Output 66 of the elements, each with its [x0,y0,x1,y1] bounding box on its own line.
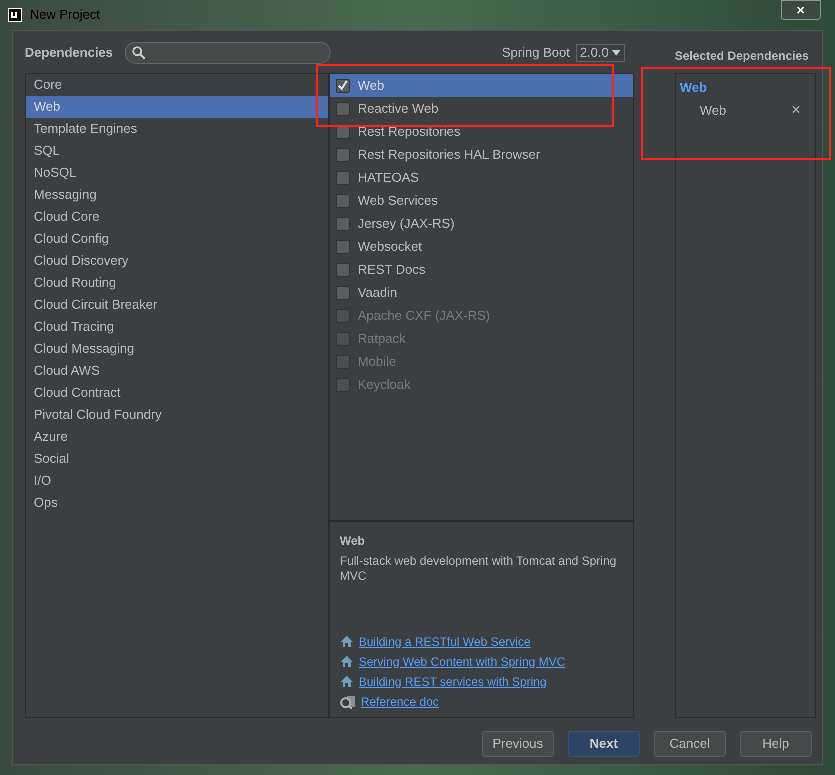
category-item[interactable]: Messaging [26,184,328,206]
category-item[interactable]: Cloud Circuit Breaker [26,294,328,316]
dependency-row[interactable]: HATEOAS [330,166,633,189]
app-logo-icon [8,8,22,22]
checkbox[interactable] [336,102,350,116]
selected-dependencies-title: Selected Dependencies [675,48,810,65]
dialog-button[interactable]: Previous [482,731,554,757]
magnifier-document-icon [340,694,356,710]
checkbox[interactable] [336,194,350,208]
search-field[interactable] [125,42,332,64]
category-item[interactable]: Cloud AWS [26,360,328,382]
category-item[interactable]: Cloud Messaging [26,338,328,360]
guide-link[interactable]: Building a RESTful Web Service [359,632,531,650]
guide-link[interactable]: Building REST services with Spring [359,672,547,690]
house-icon [340,675,354,688]
selected-item: Web [700,102,726,120]
remove-button[interactable]: × [792,103,801,119]
spring-boot-label: Spring Boot [502,44,570,62]
category-item[interactable]: Cloud Config [26,228,328,250]
category-item[interactable]: Cloud Contract [26,382,328,404]
guide-link[interactable]: Reference doc [361,692,440,710]
dependency-row[interactable]: Web [330,74,633,97]
category-item[interactable]: Core [26,74,328,96]
description-title: Web [340,533,366,550]
category-item[interactable]: Azure [26,426,328,448]
category-item[interactable]: SQL [26,140,328,162]
checkbox[interactable] [336,170,350,184]
selected-group: Web [676,78,815,96]
dependency-row[interactable]: Rest Repositories [330,120,633,143]
category-item[interactable]: Pivotal Cloud Foundry [26,404,328,426]
checkbox[interactable] [336,78,350,92]
dependencies-label: Dependencies [25,44,114,62]
category-item[interactable]: Web [26,96,328,118]
category-item[interactable]: Cloud Routing [26,272,328,294]
dialog-button[interactable]: Help [740,731,812,757]
close-button[interactable]: × [781,0,821,20]
dialog-button[interactable]: Cancel [654,731,726,757]
category-item[interactable]: Social [26,448,328,470]
category-item[interactable]: Cloud Tracing [26,316,328,338]
category-item[interactable]: NoSQL [26,162,328,184]
dialog-button[interactable]: Next [568,731,640,757]
guide-link[interactable]: Serving Web Content with Spring MVC [359,652,566,670]
category-item[interactable]: Cloud Core [26,206,328,228]
dependency-row[interactable]: Vaadin [330,281,633,304]
version-dropdown[interactable]: 2.0.0 [576,44,625,62]
description-text: Full-stack web development with Tomcat and Spring MVC [340,554,618,584]
dependency-row[interactable]: Websocket [330,235,633,258]
checkbox[interactable] [336,216,350,230]
dependency-row[interactable]: REST Docs [330,258,633,281]
search-icon [132,46,146,60]
checkbox[interactable] [336,286,350,300]
dependency-row[interactable]: Jersey (JAX-RS) [330,212,633,235]
category-item[interactable]: Ops [26,492,328,514]
category-item[interactable]: Template Engines [26,118,328,140]
house-icon [340,635,354,648]
caret-icon [612,50,621,56]
dependency-row[interactable]: Reactive Web [330,97,633,120]
house-icon [340,655,354,668]
category-item[interactable]: I/O [26,470,328,492]
dependency-row[interactable]: Rest Repositories HAL Browser [330,143,633,166]
window-title: New Project [30,6,100,24]
checkbox[interactable] [336,240,350,254]
checkbox[interactable] [336,262,350,276]
dependency-row[interactable]: Web Services [330,189,633,212]
checkbox[interactable] [336,148,350,162]
category-item[interactable]: Cloud Discovery [26,250,328,272]
